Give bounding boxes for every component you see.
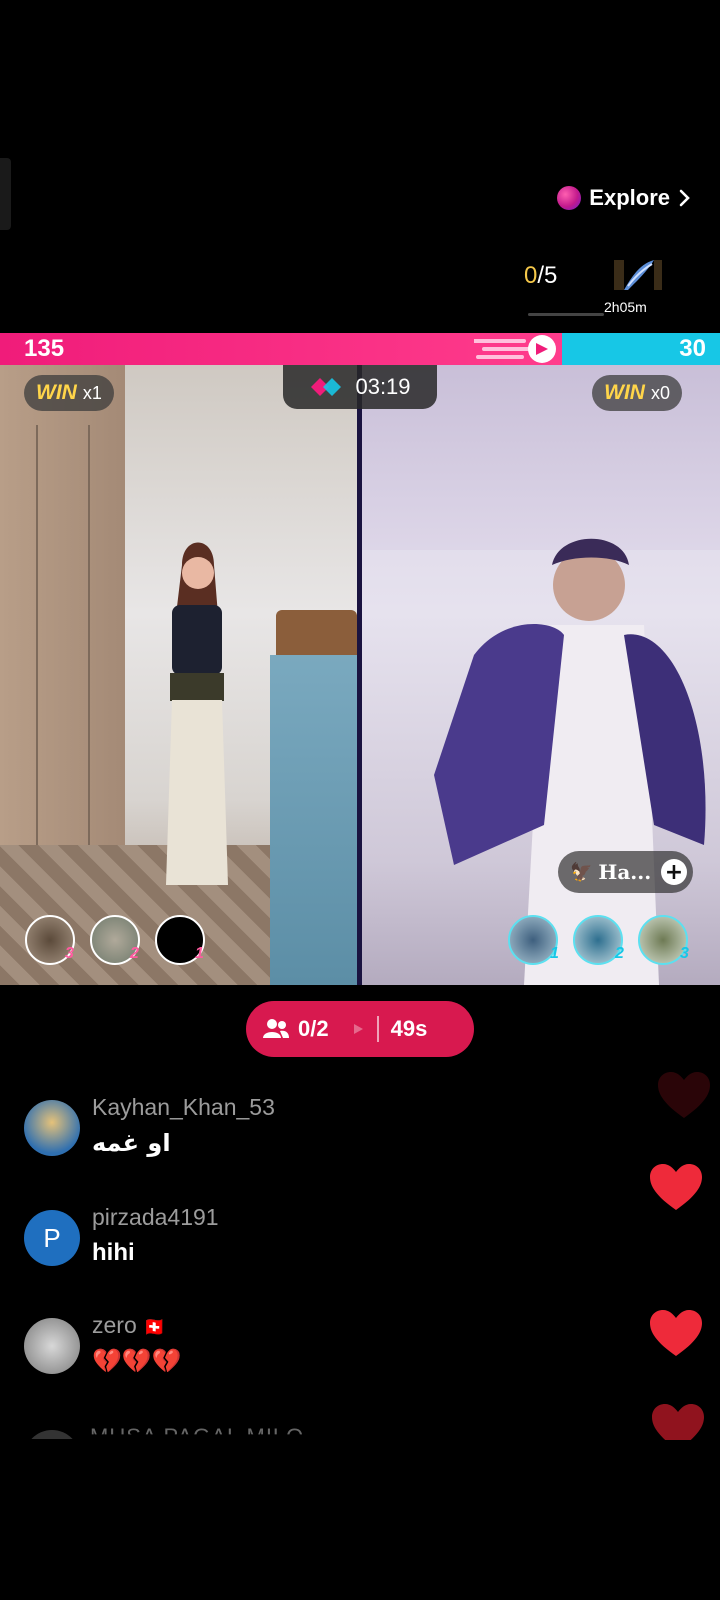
divider xyxy=(376,1016,379,1042)
join-countdown: 49s xyxy=(390,1016,428,1041)
comment-text: hihi xyxy=(92,1239,135,1266)
heart-icon xyxy=(650,1310,702,1356)
right-win-streak: WIN x0 xyxy=(592,375,682,411)
rank-number: 2 xyxy=(130,945,139,962)
score-streak-icon xyxy=(474,335,556,363)
goal-total: /5 xyxy=(537,262,558,289)
gift-goal-counter[interactable]: 0/5 xyxy=(524,262,557,290)
win-label: WIN xyxy=(36,381,77,404)
play-icon xyxy=(353,1024,363,1034)
comment-item[interactable]: Kayhan_Khan_53 او غمه xyxy=(24,1094,275,1157)
avatar-initial: P xyxy=(43,1222,61,1253)
goal-progress-track xyxy=(528,313,604,316)
side-panel-handle[interactable] xyxy=(0,158,11,230)
comment-username-text: zero xyxy=(92,1312,137,1338)
host-avatar-icon: 🦅 xyxy=(570,861,593,883)
bed xyxy=(270,655,357,985)
right-host-chip[interactable]: 🦅 Ha... + xyxy=(558,851,693,893)
right-score: 30 xyxy=(679,335,706,362)
rank-number: 3 xyxy=(680,945,689,962)
guest-join-button[interactable]: 0/2 49s xyxy=(246,1001,474,1057)
left-supporter-rank-1[interactable]: 1 xyxy=(155,915,205,965)
goal-current: 0 xyxy=(524,262,538,289)
chevron-right-icon xyxy=(679,189,690,207)
comment-username: Kayhan_Khan_53 xyxy=(92,1094,275,1120)
comment-text: او غمه xyxy=(92,1129,171,1157)
guest-count: 0/2 xyxy=(298,1016,329,1041)
avatar xyxy=(24,1318,80,1374)
timer-value: 03:19 xyxy=(355,374,411,399)
comment-item[interactable]: P pirzada4191 hihi xyxy=(24,1204,219,1267)
users-icon xyxy=(263,1019,289,1038)
rank-number: 1 xyxy=(195,945,204,962)
explore-label: Explore xyxy=(589,185,670,210)
plus-icon[interactable]: + xyxy=(661,859,687,885)
pane-divider xyxy=(357,365,362,985)
left-host-video[interactable] xyxy=(0,365,357,985)
win-count: x0 xyxy=(650,382,670,403)
gift-timer: 2h05m xyxy=(604,299,647,315)
heart-icon xyxy=(658,1072,710,1118)
comment-text: 💔💔💔 xyxy=(92,1347,182,1375)
left-supporter-rank-3[interactable]: 3 xyxy=(25,915,75,965)
right-supporter-rank-2[interactable]: 2 xyxy=(573,915,624,965)
explore-icon xyxy=(557,186,582,210)
comment-username: zero 🇨🇭 xyxy=(92,1312,182,1339)
flag-icon: 🇨🇭 xyxy=(143,1317,166,1337)
win-count: x1 xyxy=(82,382,102,403)
host-name: Ha... xyxy=(598,860,652,884)
comment-username: pirzada4191 xyxy=(92,1204,219,1230)
win-label: WIN xyxy=(604,381,645,404)
rank-number: 1 xyxy=(550,945,559,962)
avatar: P xyxy=(24,1210,80,1266)
battle-timer: 03:19 xyxy=(283,365,437,409)
left-score: 135 xyxy=(24,335,65,362)
left-win-streak: WIN x1 xyxy=(24,375,114,411)
heart-icon xyxy=(650,1164,702,1210)
right-supporter-rank-3[interactable]: 3 xyxy=(638,915,689,965)
feather-gift-icon[interactable] xyxy=(614,256,662,296)
dancer-figure xyxy=(166,542,228,885)
pk-battle-icon xyxy=(311,378,342,396)
right-supporter-rank-1[interactable]: 1 xyxy=(508,915,559,965)
avatar xyxy=(24,1100,80,1156)
left-supporter-rank-2[interactable]: 2 xyxy=(90,915,140,965)
rank-number: 2 xyxy=(615,945,624,962)
rank-number: 3 xyxy=(65,945,74,962)
explore-button[interactable]: Explore xyxy=(557,178,692,218)
comment-item[interactable]: zero 🇨🇭 💔💔💔 xyxy=(24,1312,182,1375)
bottom-mask xyxy=(0,1440,720,1600)
battle-score-bar xyxy=(0,333,720,365)
